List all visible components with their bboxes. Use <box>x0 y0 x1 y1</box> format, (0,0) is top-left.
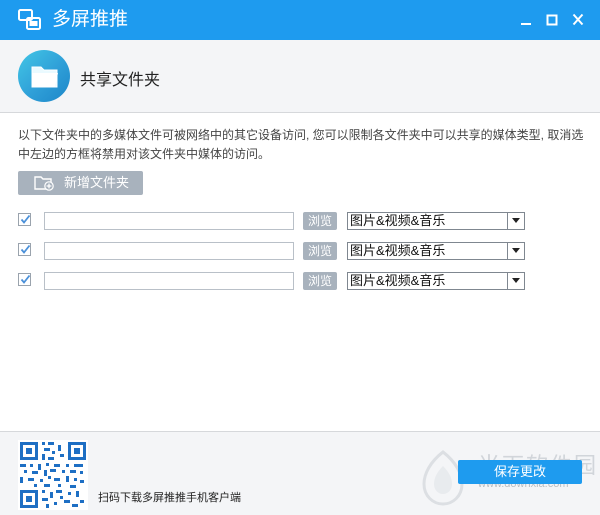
browse-button[interactable]: 浏览 <box>303 272 337 290</box>
add-folder-icon <box>34 175 54 194</box>
chevron-down-icon[interactable] <box>507 273 524 289</box>
media-type-select[interactable]: 图片&视频&音乐 <box>347 272 525 290</box>
media-type-select[interactable]: 图片&视频&音乐 <box>347 212 525 230</box>
folder-icon <box>18 50 70 102</box>
folder-path-input[interactable] <box>44 272 294 290</box>
qr-code <box>18 440 88 510</box>
folder-path-input[interactable] <box>44 242 294 260</box>
description-text: 以下文件夹中的多媒体文件可被网络中的其它设备访问, 您可以限制各文件夹中可以共享… <box>18 128 584 161</box>
chevron-down-icon[interactable] <box>507 243 524 259</box>
folder-path-input[interactable] <box>44 212 294 230</box>
app-logo-icon <box>18 8 42 32</box>
window-title: 多屏推推 <box>52 9 129 30</box>
qr-caption: 扫码下载多屏推推手机客户端 <box>98 492 241 504</box>
folder-row: 浏览 图片&视频&音乐 <box>18 212 528 230</box>
section-header: 共享文件夹 <box>0 40 600 113</box>
browse-button[interactable]: 浏览 <box>303 212 337 230</box>
title-bar[interactable]: 多屏推推 <box>0 0 600 40</box>
minimize-button[interactable] <box>516 10 536 30</box>
chevron-down-icon[interactable] <box>507 213 524 229</box>
folder-checkbox[interactable] <box>18 273 31 286</box>
save-changes-button[interactable]: 保存更改 <box>458 460 582 484</box>
add-folder-label: 新增文件夹 <box>64 175 130 190</box>
folder-checkbox[interactable] <box>18 213 31 226</box>
add-folder-button[interactable]: 新增文件夹 <box>18 171 143 195</box>
media-type-select[interactable]: 图片&视频&音乐 <box>347 242 525 260</box>
folder-row: 浏览 图片&视频&音乐 <box>18 272 528 290</box>
maximize-button[interactable] <box>542 10 562 30</box>
browse-button[interactable]: 浏览 <box>303 242 337 260</box>
folder-checkbox[interactable] <box>18 243 31 256</box>
close-button[interactable] <box>568 10 588 30</box>
page-title: 共享文件夹 <box>80 72 161 89</box>
folder-row: 浏览 图片&视频&音乐 <box>18 242 528 260</box>
footer: 扫码下载多屏推推手机客户端 当下软件园 www.downxia.com 保存更改 <box>0 431 600 515</box>
media-type-value: 图片&视频&音乐 <box>350 213 446 228</box>
media-type-value: 图片&视频&音乐 <box>350 243 446 258</box>
media-type-value: 图片&视频&音乐 <box>350 273 446 288</box>
